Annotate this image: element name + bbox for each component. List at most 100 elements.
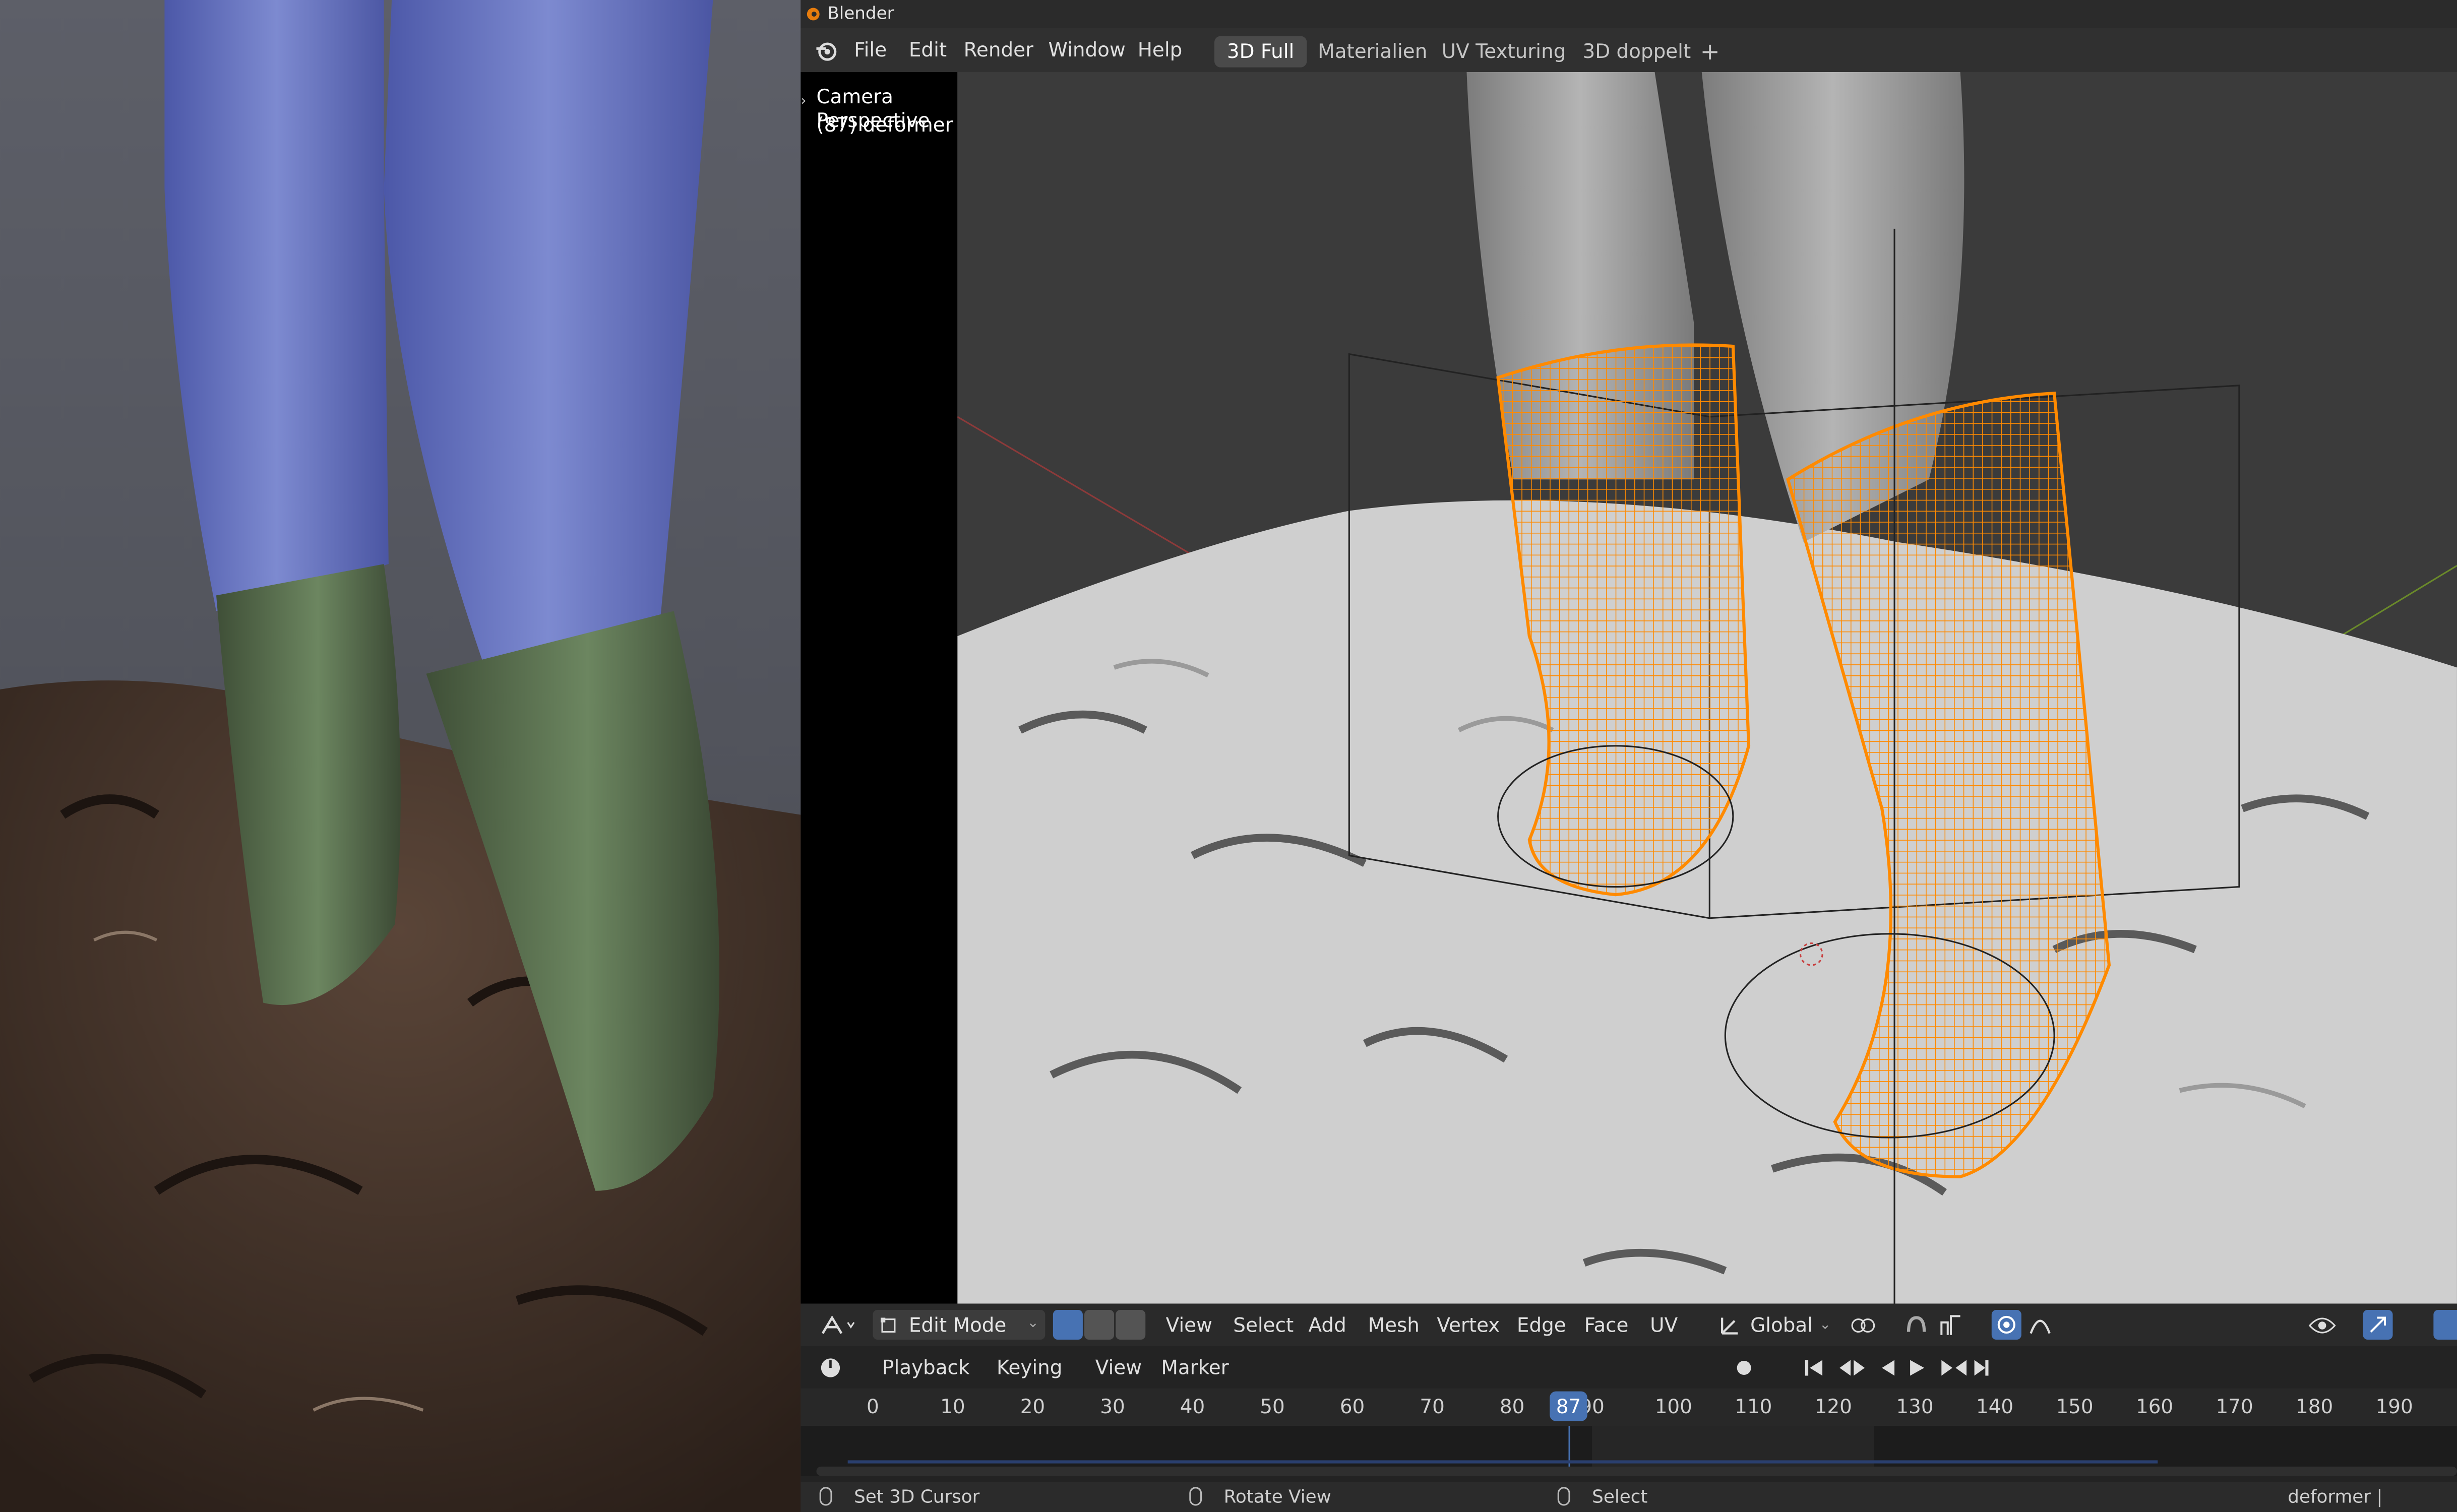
current-frame-indicator[interactable]: 87 — [1550, 1391, 1587, 1421]
menu-edge[interactable]: Edge — [1517, 1304, 1566, 1346]
tick-label: 60 — [1339, 1394, 1365, 1418]
timeline-editor-icon[interactable] — [820, 1357, 857, 1379]
blender-menu-icon[interactable] — [815, 39, 838, 63]
menu-face[interactable]: Face — [1584, 1304, 1629, 1346]
jump-start-icon[interactable] — [1805, 1360, 1809, 1376]
blender-logo-icon — [807, 8, 820, 21]
timeline-scrollbar[interactable] — [816, 1466, 2457, 1476]
gizmo-toggle-button[interactable] — [2363, 1309, 2393, 1340]
tick-label: 70 — [1420, 1394, 1445, 1418]
status-middle: Rotate View — [1223, 1485, 1331, 1507]
tick-label: 130 — [1896, 1394, 1934, 1418]
keyframe-jump-icon[interactable] — [1839, 1360, 1865, 1376]
keyframe-summary-bar — [847, 1460, 2158, 1464]
menu-window[interactable]: Window — [1049, 28, 1126, 72]
chevron-down-icon: ⌄ — [1027, 1316, 1039, 1332]
viewport-header: Edit Mode ⌄ View Select Add Mesh Vertex … — [801, 1303, 2457, 1346]
tick-label: 140 — [1976, 1394, 2014, 1418]
tick-label: 0 — [867, 1394, 879, 1418]
menu-render[interactable]: Render — [964, 28, 1033, 72]
tick-label: 180 — [2296, 1394, 2333, 1418]
jump-end-icon[interactable] — [1974, 1360, 1986, 1376]
snap-icon[interactable] — [1904, 1313, 1929, 1338]
gizmo-icon — [2370, 1316, 2386, 1333]
top-bar: File Edit Render Window Help 3D Full Mat… — [801, 28, 2457, 73]
record-icon[interactable] — [1735, 1358, 1753, 1377]
screen: Blender File Edit Render Window Help 3D … — [0, 0, 2457, 1512]
keyframe-next-icon[interactable] — [1941, 1360, 1967, 1376]
edit-mode-icon — [880, 1317, 896, 1333]
blender-window: Blender File Edit Render Window Help 3D … — [801, 0, 2457, 1512]
tick-label: 40 — [1180, 1394, 1205, 1418]
viewport-scene — [957, 72, 2457, 1304]
orientation-icon — [1721, 1317, 1738, 1335]
tick-label: 160 — [2135, 1394, 2174, 1418]
status-bar: Set 3D Cursor Rotate View Select deforme… — [801, 1482, 2457, 1512]
expand-arrow-icon[interactable]: › — [801, 94, 806, 110]
falloff-icon[interactable] — [2029, 1314, 2051, 1337]
snap-target-icon[interactable] — [1938, 1313, 1963, 1338]
timeline-ruler[interactable]: 0 10 20 30 40 50 60 70 80 90 100 110 120… — [801, 1388, 2457, 1426]
tick-label: 20 — [1020, 1394, 1046, 1418]
editor-type-icon[interactable] — [820, 1314, 857, 1337]
menu-help[interactable]: Help — [1138, 28, 1183, 72]
mouse-middle-icon — [1189, 1487, 1202, 1506]
viewport-left-region: › Camera Perspective (87) deformer — [801, 72, 958, 1304]
mouse-left-icon — [819, 1487, 832, 1506]
tick-label: 30 — [1100, 1394, 1125, 1418]
tab-3d-full[interactable]: 3D Full — [1214, 36, 1307, 68]
menu-file[interactable]: File — [854, 28, 887, 72]
timeline-track[interactable] — [801, 1426, 2457, 1476]
tick-label: 10 — [940, 1394, 965, 1418]
pivot-icon[interactable] — [1851, 1314, 1876, 1337]
menu-edit[interactable]: Edit — [909, 28, 947, 72]
menu-playback[interactable]: Playback — [882, 1346, 969, 1388]
menu-timeline-view[interactable]: View — [1095, 1346, 1142, 1388]
chevron-down-icon: ⌄ — [1819, 1317, 1831, 1334]
menu-select[interactable]: Select — [1233, 1304, 1294, 1346]
menu-add[interactable]: Add — [1309, 1304, 1346, 1346]
overlay-toggle-button[interactable] — [2433, 1309, 2457, 1340]
play-reverse-icon[interactable] — [1882, 1360, 1895, 1376]
tick-label: 110 — [1735, 1394, 1772, 1418]
jump-start-triangle-icon[interactable] — [1810, 1360, 1823, 1376]
title-bar: Blender — [801, 0, 2457, 28]
window-title: Blender — [827, 3, 894, 24]
timeline-header: Playback Keying View Marker — [801, 1346, 2457, 1389]
tick-label: 190 — [2375, 1394, 2413, 1418]
tick-label: 170 — [2216, 1394, 2253, 1418]
scene-stats: deformer | Verts:3,6 — [2288, 1485, 2383, 1507]
face-select-button[interactable] — [1116, 1309, 1146, 1340]
edge-select-button[interactable] — [1084, 1309, 1115, 1340]
add-workspace-button[interactable]: + — [1688, 36, 1733, 68]
render-image — [0, 0, 801, 1512]
menu-view[interactable]: View — [1166, 1304, 1212, 1346]
menu-marker[interactable]: Marker — [1161, 1346, 1229, 1388]
playback-controls — [1805, 1360, 1989, 1376]
proportional-edit-button[interactable] — [1991, 1309, 2021, 1340]
object-label: (87) deformer — [816, 112, 953, 137]
orientation-dropdown[interactable]: Global — [1750, 1304, 1813, 1346]
3d-viewport[interactable] — [957, 72, 2457, 1304]
tab-materialien[interactable]: Materialien — [1305, 36, 1440, 68]
proportional-edit-icon — [1997, 1315, 2015, 1334]
visibility-icon[interactable] — [2308, 1314, 2337, 1337]
tick-label: 50 — [1260, 1394, 1285, 1418]
status-left: Set 3D Cursor — [854, 1485, 980, 1507]
tick-label: 150 — [2056, 1394, 2094, 1418]
menu-mesh[interactable]: Mesh — [1368, 1304, 1420, 1346]
play-icon[interactable] — [1910, 1360, 1925, 1376]
vertex-select-button[interactable] — [1053, 1309, 1083, 1340]
status-right: Select — [1592, 1485, 1648, 1507]
menu-vertex[interactable]: Vertex — [1437, 1304, 1500, 1346]
tab-uv-texturing[interactable]: UV Texturing — [1429, 36, 1578, 68]
mode-dropdown[interactable]: Edit Mode ⌄ — [873, 1309, 1046, 1340]
mode-label: Edit Mode — [908, 1313, 1007, 1337]
menu-uv[interactable]: UV — [1650, 1304, 1678, 1346]
tick-label: 80 — [1499, 1394, 1525, 1418]
tab-3d-doppelt[interactable]: 3D doppelt — [1570, 36, 1703, 68]
tick-label: 120 — [1814, 1394, 1852, 1418]
mouse-right-icon — [1557, 1487, 1570, 1506]
tick-label: 100 — [1654, 1394, 1692, 1418]
menu-keying[interactable]: Keying — [997, 1346, 1063, 1388]
